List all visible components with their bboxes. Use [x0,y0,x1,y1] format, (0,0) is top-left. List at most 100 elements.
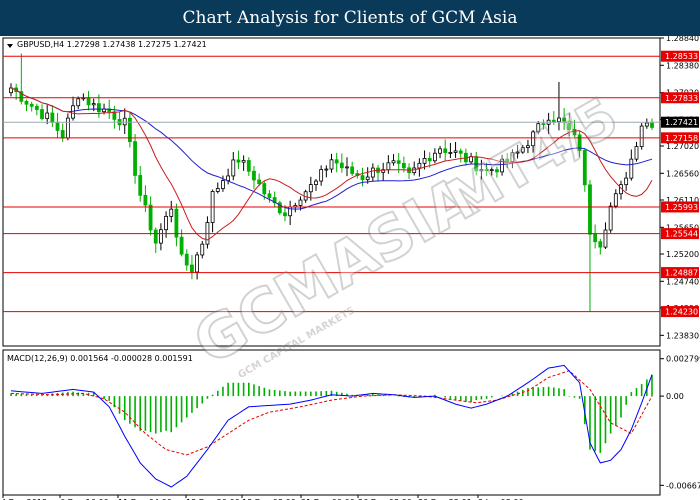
candle-body [50,112,55,123]
price-tick-label: 1.28840 [666,36,699,43]
candle-body [370,167,375,178]
candle-body [241,160,246,163]
candle-body [639,125,644,147]
candle-body [91,103,96,106]
dropdown-triangle-icon [7,44,13,48]
candle-body [314,180,318,186]
candle-body [65,117,70,139]
level-label: 1.25993 [665,203,698,212]
candle-body [427,158,432,162]
candle-body [122,117,127,126]
candle-body [608,205,613,231]
current-price-label: 1.27421 [665,118,698,127]
candle-body [164,215,168,231]
candle-body [184,253,189,266]
candle-body [174,208,179,238]
candle-body [252,170,256,181]
candle-body [598,241,603,248]
candle-body [324,168,329,171]
candle-body [179,236,184,255]
candle-body [624,177,629,186]
candle-body [593,233,598,243]
candle-body [55,121,60,131]
candle-body [438,148,442,154]
candle-body [629,158,634,179]
candle-body [76,98,81,107]
candle-body [329,159,334,170]
candle-body [360,175,365,181]
candle-body [386,162,391,171]
price-tick-label: 1.23830 [666,331,699,340]
candle-body [283,212,287,217]
price-tick-label: 1.26560 [666,169,699,178]
macd-histogram [10,374,653,453]
candle-body [24,100,29,105]
level-label: 1.24230 [665,308,698,317]
watermark: GCMASIAMT4/5GCM CAPITAL MARKETS [182,84,630,381]
macd-axis-ticks: 0.002799 0.00 -0.006677 [660,355,700,490]
candle-body [60,130,65,139]
price-axis-ticks: 1.288401.283801.279201.274701.270201.265… [660,36,699,340]
candle-body [133,141,137,176]
candle-body [613,193,618,207]
candle-body [159,229,163,244]
candle-body [308,184,313,193]
candle-body [215,188,220,192]
candle-body [396,160,401,164]
chart-root: Chart Analysis for Clients of GCM Asia 1… [0,0,700,500]
candle-body [417,162,422,169]
candle-body [246,160,251,172]
candle-body [588,184,592,235]
candle-body [169,208,174,217]
candle-body [453,150,458,153]
time-axis: 4 Dec 20186 Dec 16:0011 Dec 04:0013 Dec … [1,495,524,500]
candle-body [231,159,236,177]
page-title: Chart Analysis for Clients of GCM Asia [0,0,700,36]
candle-body [634,146,639,160]
candle-body [153,229,158,244]
level-label: 1.27158 [665,134,698,143]
candle-body [148,204,153,231]
candle-body [96,103,101,113]
candle-body [339,162,344,169]
level-label: 1.24887 [665,269,698,278]
candle-body [236,159,241,163]
candle-body [143,194,148,206]
macd-signal-line [10,370,653,456]
candle-body [138,175,143,196]
candle-body [350,166,355,174]
watermark-main: GCMASIA [183,162,488,379]
candle-body [40,109,44,119]
candle-body [190,264,194,273]
candle-body [45,112,50,119]
level-label: 1.28533 [665,52,698,61]
candle-body [298,199,303,206]
candle-body [391,160,396,164]
chart-canvas[interactable]: 1.288401.283801.279201.274701.270201.265… [0,36,700,500]
candle-body [319,169,324,182]
candle-body [267,193,272,198]
candle-body [365,176,370,181]
candle-body [86,97,91,106]
macd-tick-label: 0.00 [666,392,684,401]
candle-body [422,158,427,164]
candle-body [221,180,225,189]
macd-plot-frame [2,349,661,496]
candle-body [432,152,437,162]
candle-body [226,175,231,182]
candle-body [345,166,349,169]
candle-body [650,122,654,128]
price-tick-label: 1.27020 [666,142,699,151]
candle-body [448,152,453,154]
candle-body [257,179,262,184]
candle-body [71,105,75,119]
candle-body [200,243,205,256]
candle-body [458,150,463,154]
candle-body [401,162,406,169]
level-label: 1.25544 [665,230,698,239]
candle-body [34,105,39,110]
candle-body [644,122,649,127]
candle-body [334,159,339,164]
price-tick-label: 1.25200 [666,250,699,259]
candle-body [443,148,448,153]
